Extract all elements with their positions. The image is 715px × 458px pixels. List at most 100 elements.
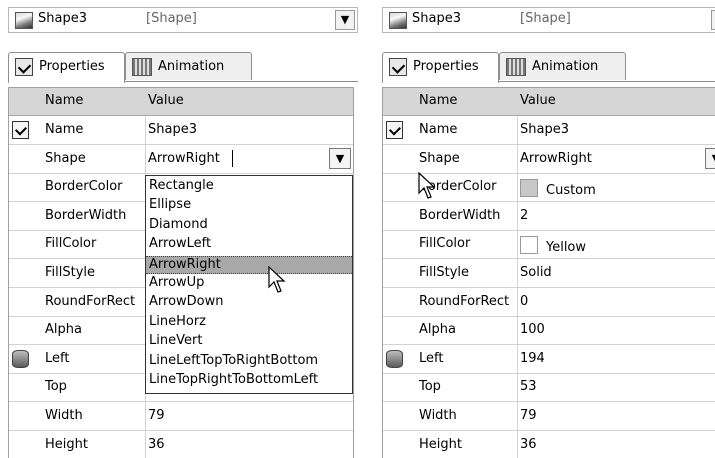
property-value[interactable]: Shape3 bbox=[520, 122, 569, 137]
property-value-text: Yellow bbox=[546, 240, 587, 256]
property-value[interactable]: ArrowRight bbox=[520, 151, 592, 166]
property-name: FillColor bbox=[419, 236, 471, 252]
property-value[interactable]: Yellow bbox=[520, 236, 586, 255]
property-name: Top bbox=[419, 379, 441, 395]
tab-animation[interactable]: Animation bbox=[499, 52, 626, 80]
property-value[interactable]: 79 bbox=[148, 408, 165, 423]
property-name: BorderColor bbox=[45, 179, 123, 195]
color-swatch bbox=[520, 236, 538, 255]
property-row-borderwidth[interactable]: BorderWidth 2 bbox=[383, 202, 715, 231]
property-row-name[interactable]: Name Shape3 bbox=[383, 116, 715, 145]
property-row-alpha[interactable]: Alpha 100 bbox=[383, 316, 715, 346]
tab-animation[interactable]: Animation bbox=[125, 52, 252, 80]
property-value[interactable]: 0 bbox=[520, 294, 528, 309]
object-selector[interactable]: Shape3 [Shape] ▼ bbox=[382, 7, 715, 33]
chevron-down-icon[interactable]: ▼ bbox=[335, 10, 355, 30]
properties-icon bbox=[389, 58, 407, 76]
property-row-top[interactable]: Top 53 bbox=[383, 373, 715, 403]
dropdown-option-linevert[interactable]: LineVert bbox=[146, 333, 352, 349]
tab-properties[interactable]: Properties bbox=[382, 52, 499, 83]
shape-dropdown-list[interactable]: Rectangle Ellipse Diamond ArrowLeft ArrowRig… bbox=[145, 175, 353, 394]
property-name: Width bbox=[419, 408, 457, 423]
property-value-text: Custom bbox=[546, 183, 596, 199]
property-row-left[interactable]: Left 194 bbox=[383, 345, 715, 374]
shape-icon bbox=[389, 12, 407, 29]
dropdown-option-ellipse[interactable]: Ellipse bbox=[146, 197, 352, 213]
chevron-down-icon[interactable]: ▼ bbox=[329, 147, 351, 169]
column-header-value: Value bbox=[520, 93, 556, 108]
dropdown-option-linelefttoptorightbottom[interactable]: LineLeftTopToRightBottom bbox=[146, 353, 352, 369]
dropdown-option-arrowdown[interactable]: ArrowDown bbox=[146, 294, 352, 310]
tab-properties-label: Properties bbox=[413, 59, 479, 74]
database-icon bbox=[12, 349, 29, 368]
property-row-fillstyle[interactable]: FillStyle Solid bbox=[383, 259, 715, 288]
property-row-shape[interactable]: Shape ArrowRight ▼ bbox=[9, 145, 353, 174]
mouse-cursor-icon bbox=[268, 266, 286, 293]
object-selector[interactable]: Shape3 [Shape] ▼ bbox=[8, 7, 358, 33]
object-type: [Shape] bbox=[520, 11, 571, 26]
object-name: Shape3 bbox=[412, 11, 461, 26]
property-name: FillColor bbox=[45, 236, 97, 252]
shape-icon bbox=[15, 12, 33, 29]
property-name: RoundForRect bbox=[419, 293, 510, 309]
dropdown-option-linetoprighttobottomleft[interactable]: LineTopRightToBottomLeft bbox=[146, 372, 352, 388]
property-name: Height bbox=[419, 436, 462, 452]
tab-animation-label: Animation bbox=[158, 59, 225, 74]
dropdown-option-linehorz[interactable]: LineHorz bbox=[146, 314, 352, 330]
property-value[interactable]: 2 bbox=[520, 208, 528, 223]
mouse-cursor-icon bbox=[418, 172, 436, 199]
column-header-value: Value bbox=[148, 93, 184, 108]
property-row-width[interactable]: Width 79 bbox=[383, 402, 715, 431]
property-value[interactable]: ArrowRight bbox=[148, 151, 220, 166]
film-icon bbox=[132, 58, 152, 76]
property-row-height[interactable]: Height 36 bbox=[383, 431, 715, 458]
property-grid: Name Value Name Shape3 Shape ArrowRight ▼ Bor… bbox=[382, 87, 715, 458]
color-swatch bbox=[520, 179, 538, 198]
tab-properties[interactable]: Properties bbox=[8, 52, 125, 83]
grid-header: Name Value bbox=[383, 88, 715, 116]
dropdown-option-arrowleft[interactable]: ArrowLeft bbox=[146, 236, 352, 252]
property-name: Name bbox=[419, 122, 458, 137]
chevron-down-icon[interactable]: ▼ bbox=[711, 10, 715, 30]
property-name: Shape bbox=[419, 150, 460, 166]
property-row-roundforrect[interactable]: RoundForRect 0 bbox=[383, 288, 715, 317]
property-name: Top bbox=[45, 379, 67, 395]
chevron-down-icon[interactable]: ▼ bbox=[705, 147, 715, 169]
properties-icon bbox=[386, 121, 403, 139]
property-name: Alpha bbox=[45, 322, 82, 338]
property-value[interactable]: 53 bbox=[520, 379, 537, 394]
property-name: Left bbox=[45, 350, 70, 366]
dropdown-option-arrowright[interactable]: ArrowRight bbox=[146, 255, 352, 274]
property-name: FillStyle bbox=[45, 265, 96, 280]
object-name: Shape3 bbox=[38, 11, 87, 26]
property-name: Height bbox=[45, 436, 88, 452]
property-name: Width bbox=[45, 408, 83, 423]
property-value[interactable]: 194 bbox=[520, 351, 545, 366]
property-value[interactable]: Solid bbox=[520, 265, 552, 280]
properties-icon bbox=[15, 58, 33, 76]
dropdown-option-diamond[interactable]: Diamond bbox=[146, 217, 352, 233]
property-row-shape[interactable]: Shape ArrowRight ▼ bbox=[383, 145, 715, 174]
object-type: [Shape] bbox=[146, 11, 197, 26]
property-row-height[interactable]: Height 36 bbox=[9, 431, 353, 458]
property-name: RoundForRect bbox=[45, 293, 136, 309]
property-value[interactable]: 79 bbox=[520, 408, 537, 423]
property-row-width[interactable]: Width 79 bbox=[9, 402, 353, 431]
property-name: BorderWidth bbox=[419, 207, 501, 223]
property-value[interactable]: Custom bbox=[520, 179, 596, 198]
property-value[interactable]: Shape3 bbox=[148, 122, 197, 137]
property-name: Name bbox=[45, 122, 84, 137]
tab-animation-label: Animation bbox=[532, 59, 599, 74]
dropdown-option-arrowup[interactable]: ArrowUp bbox=[146, 275, 352, 291]
property-panel-left: Shape3 [Shape] ▼ Properties Animation Na… bbox=[0, 0, 359, 458]
grid-header: Name Value bbox=[9, 88, 353, 116]
property-value[interactable]: 100 bbox=[520, 322, 545, 337]
property-value[interactable]: 36 bbox=[520, 437, 537, 452]
property-panel-right: Shape3 [Shape] ▼ Properties Animation Na… bbox=[374, 0, 715, 458]
property-row-fillcolor[interactable]: FillColor Yellow bbox=[383, 230, 715, 260]
property-value[interactable]: 36 bbox=[148, 437, 165, 452]
dropdown-option-rectangle[interactable]: Rectangle bbox=[146, 178, 352, 194]
film-icon bbox=[506, 58, 526, 76]
property-name: FillStyle bbox=[419, 265, 470, 280]
property-row-name[interactable]: Name Shape3 bbox=[9, 116, 353, 145]
